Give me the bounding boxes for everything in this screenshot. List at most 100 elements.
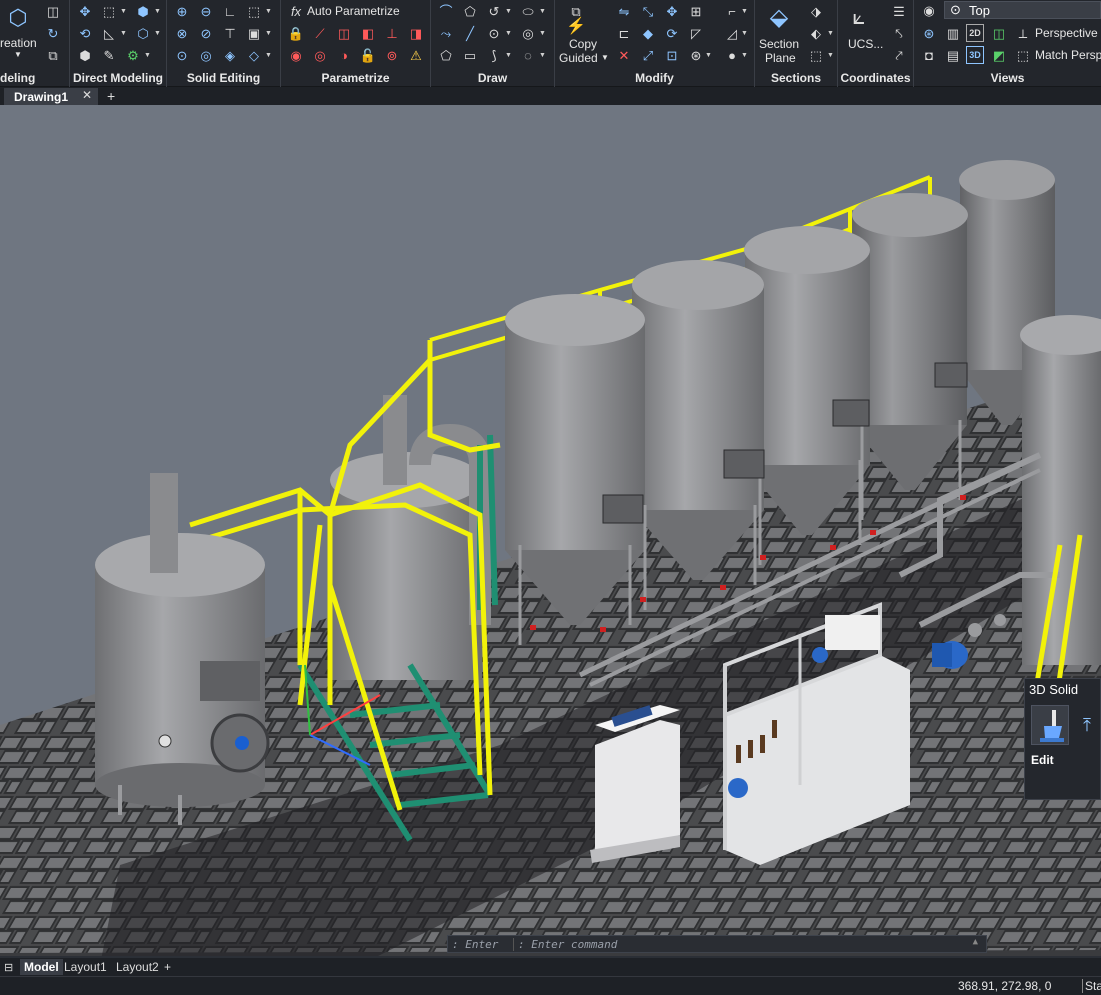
quad-edit-label[interactable]: Edit bbox=[1031, 753, 1054, 767]
arc-dropdown-icon[interactable]: ▼ bbox=[505, 2, 513, 20]
eye-icon[interactable]: ◉ bbox=[920, 1, 938, 19]
view-render-icon[interactable]: ◩ bbox=[990, 46, 1008, 64]
gear-solid-icon[interactable]: ⚙ bbox=[124, 46, 142, 64]
slice-icon[interactable]: ⊘ bbox=[197, 24, 215, 42]
fix-constraint-icon[interactable]: ◨ bbox=[407, 24, 425, 42]
separate-icon[interactable]: ⊙ bbox=[173, 46, 191, 64]
move-modify-icon[interactable]: ✥ bbox=[663, 2, 681, 20]
thicken-dropdown-icon[interactable]: ▼ bbox=[265, 24, 273, 42]
rotate-icon[interactable]: ⟲ bbox=[76, 24, 94, 42]
intersect-icon[interactable]: ⊗ bbox=[173, 24, 191, 42]
ucs-label[interactable]: UCS... bbox=[848, 37, 883, 51]
new-tab-button[interactable]: + bbox=[107, 88, 115, 104]
tab-layout2[interactable]: Layout2 bbox=[116, 959, 159, 975]
ellipse-icon[interactable]: ⬭ bbox=[519, 2, 537, 20]
guided-label[interactable]: Guided bbox=[559, 51, 598, 65]
creation-cube-icon[interactable]: ⬡ bbox=[4, 4, 32, 32]
eye-config-icon[interactable]: ⊛ bbox=[920, 24, 938, 42]
box-icon[interactable]: ⬚ bbox=[100, 2, 118, 20]
polyline-icon[interactable]: ⤳ bbox=[437, 24, 455, 42]
ucs-axis-icon[interactable]: ⟀ bbox=[846, 4, 872, 30]
dimension-icon[interactable]: ⚠ bbox=[407, 46, 425, 64]
brewery-3d-model[interactable] bbox=[0, 105, 1101, 956]
model-viewport[interactable]: 3D Solid ⤒ Edit bbox=[0, 105, 1101, 956]
ellipse-dropdown-icon[interactable]: ▼ bbox=[539, 2, 547, 20]
section-block-icon[interactable]: ⬚ bbox=[807, 46, 825, 64]
cylinder-constraint-icon[interactable]: ◫ bbox=[335, 24, 353, 42]
perspective-button[interactable]: Perspective bbox=[1035, 26, 1098, 40]
cube-dropdown-icon[interactable]: ▼ bbox=[154, 2, 162, 20]
trim-icon[interactable]: ⤢ bbox=[639, 46, 657, 64]
arc-icon[interactable]: ⌒ bbox=[437, 2, 455, 20]
ucs-world-icon[interactable]: ⤣ bbox=[890, 24, 908, 42]
view-3d-icon[interactable]: 3D bbox=[966, 46, 984, 64]
section-settings-icon[interactable]: ⬖ bbox=[807, 24, 825, 42]
chamfer-icon[interactable]: ◺ bbox=[100, 24, 118, 42]
match-perspective-button[interactable]: Match Perspe bbox=[1035, 48, 1101, 62]
bomb-icon[interactable]: ● bbox=[723, 46, 741, 64]
tab-close-icon[interactable]: ✕ bbox=[82, 88, 92, 102]
tab-model[interactable]: Model bbox=[20, 959, 63, 975]
bomb-dropdown-icon[interactable]: ▼ bbox=[741, 46, 749, 64]
view-2d-icon[interactable]: 2D bbox=[966, 24, 984, 42]
ucs-list-icon[interactable]: ☰ bbox=[890, 2, 908, 20]
command-expand-icon[interactable]: ▲ bbox=[973, 937, 978, 947]
camera-icon[interactable]: ◘ bbox=[920, 46, 938, 64]
section-view-icon[interactable]: ⬗ bbox=[807, 2, 825, 20]
constraint-icon[interactable]: ⟋ bbox=[311, 24, 329, 42]
imprint-icon[interactable]: ◎ bbox=[197, 46, 215, 64]
solid-icon[interactable]: ⬢ bbox=[76, 46, 94, 64]
quad-next-icon[interactable]: ⤒ bbox=[1073, 705, 1101, 745]
extrude-icon[interactable]: ◫ bbox=[44, 2, 62, 20]
layout-menu-icon[interactable]: ⊟ bbox=[4, 959, 13, 975]
lock-icon[interactable]: 🔒 bbox=[287, 24, 305, 42]
auto-parametrize-button[interactable]: Auto Parametrize bbox=[307, 4, 400, 18]
explode-icon[interactable]: ⊡ bbox=[663, 46, 681, 64]
t-section-icon[interactable]: ⊤ bbox=[221, 24, 239, 42]
copy-guided-dropdown-icon[interactable]: ▼ bbox=[601, 53, 609, 62]
lock-constraint-icon[interactable]: 🔓 bbox=[359, 46, 377, 64]
move-icon[interactable]: ✥ bbox=[76, 2, 94, 20]
plane-label[interactable]: Plane bbox=[765, 51, 796, 65]
concentric-icon[interactable]: ◉ bbox=[287, 46, 305, 64]
cube-icon[interactable]: ⬢ bbox=[134, 2, 152, 20]
polygon-icon[interactable]: ⬠ bbox=[437, 46, 455, 64]
gear-dropdown-icon[interactable]: ▼ bbox=[144, 46, 152, 64]
shell-dropdown-icon[interactable]: ▼ bbox=[154, 24, 162, 42]
circle-dropdown-icon[interactable]: ▼ bbox=[505, 24, 513, 42]
region-icon[interactable]: ◌ bbox=[519, 46, 537, 64]
fillet-icon[interactable]: ⌐ bbox=[723, 2, 741, 20]
rotate-modify-icon[interactable]: ⟳ bbox=[663, 24, 681, 42]
delete-icon[interactable]: ✕ bbox=[615, 46, 633, 64]
section-block-dropdown-icon[interactable]: ▼ bbox=[827, 46, 835, 64]
spline-icon[interactable]: ⟆ bbox=[485, 46, 503, 64]
view-layout-icon[interactable]: ▤ bbox=[944, 46, 962, 64]
view-selector[interactable]: ⊙ Top bbox=[944, 1, 1101, 19]
donut-dropdown-icon[interactable]: ▼ bbox=[539, 24, 547, 42]
add-layout-button[interactable]: + bbox=[164, 959, 171, 975]
array-icon[interactable]: ⊞ bbox=[687, 2, 705, 20]
coincident-icon[interactable]: ⊚ bbox=[383, 46, 401, 64]
offset-icon[interactable]: ⊏ bbox=[615, 24, 633, 42]
donut-icon[interactable]: ◎ bbox=[519, 24, 537, 42]
parallel-constraint-icon[interactable]: ◧ bbox=[359, 24, 377, 42]
check-icon[interactable]: ◇ bbox=[245, 46, 263, 64]
region-dropdown-icon[interactable]: ▼ bbox=[539, 46, 547, 64]
creation-label[interactable]: reation bbox=[0, 36, 37, 50]
perpendicular-constraint-icon[interactable]: ⊥ bbox=[383, 24, 401, 42]
perspective-icon[interactable]: ⟂ bbox=[1014, 24, 1032, 42]
join-icon[interactable]: ⊛ bbox=[687, 46, 705, 64]
quad-edit-brush-icon[interactable] bbox=[1031, 705, 1069, 745]
command-line[interactable]: : Enter : Enter command ▲ bbox=[447, 935, 987, 953]
match-perspective-icon[interactable]: ⬚ bbox=[1014, 46, 1032, 64]
copy-guided-icon[interactable]: ⚡ bbox=[566, 18, 586, 36]
scale-icon[interactable]: ⤡ bbox=[639, 2, 657, 20]
section-plane-icon[interactable]: ⬙ bbox=[765, 4, 793, 32]
chamfer-dropdown-icon[interactable]: ▼ bbox=[120, 24, 128, 42]
chamfer-modify-dropdown-icon[interactable]: ▼ bbox=[741, 24, 749, 42]
loft-icon[interactable]: ⧉ bbox=[44, 46, 62, 64]
angle-icon[interactable]: ∟ bbox=[221, 2, 239, 20]
solid-box-dropdown-icon[interactable]: ▼ bbox=[265, 2, 273, 20]
status-sta[interactable]: Sta bbox=[1085, 979, 1101, 993]
stretch-icon[interactable]: ◸ bbox=[687, 24, 705, 42]
